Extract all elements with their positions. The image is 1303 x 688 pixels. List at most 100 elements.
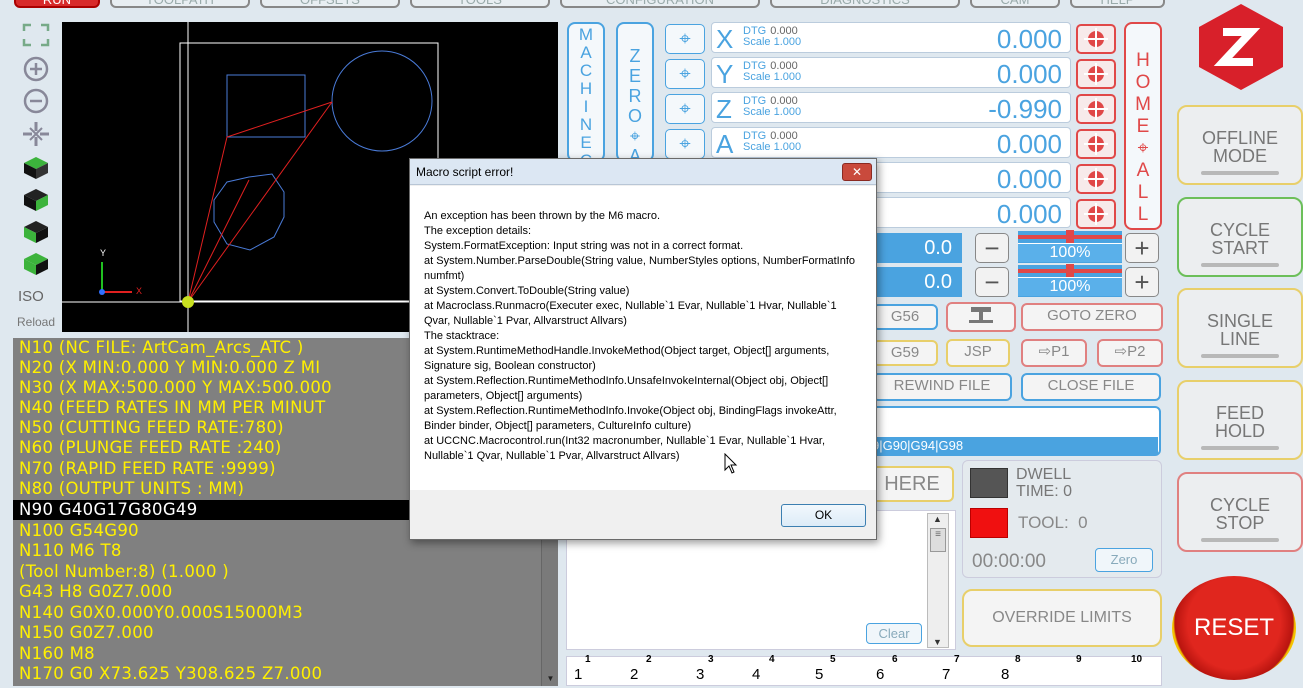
- scroll-down-arrow-icon[interactable]: ▼: [544, 674, 557, 684]
- view-side-cube-icon[interactable]: [22, 219, 50, 245]
- view-iso-cube-icon[interactable]: [22, 251, 50, 277]
- dro-value[interactable]: 0.000: [997, 59, 1062, 90]
- ruler-top-4: 4: [769, 654, 775, 665]
- zero-z-button[interactable]: [1076, 94, 1116, 124]
- rewind-file-button[interactable]: REWIND FILE: [872, 373, 1012, 401]
- jsp-button[interactable]: JSP: [946, 339, 1010, 367]
- tab-run[interactable]: RUN: [14, 0, 100, 8]
- reset-button[interactable]: RESET: [1172, 576, 1296, 680]
- goto-p1-button[interactable]: ⇨P1: [1021, 339, 1087, 367]
- run-from-here-button[interactable]: HERE: [870, 466, 954, 502]
- gcode-line[interactable]: (Tool Number:8) (1.000 ): [13, 562, 543, 582]
- machine-coords-button[interactable]: MACHINEC: [567, 22, 605, 162]
- dro-value[interactable]: -0.990: [988, 94, 1062, 125]
- zoom-in-icon[interactable]: [16, 55, 56, 83]
- home-all-button[interactable]: H O M E ⌖ A L L: [1124, 22, 1162, 230]
- spindle-override-knob[interactable]: [1066, 264, 1074, 278]
- reload-button[interactable]: Reload: [17, 315, 55, 329]
- ruler-bottom-1: 1: [574, 666, 583, 683]
- view-front-cube-icon[interactable]: [22, 187, 50, 213]
- scroll-up-arrow-icon[interactable]: ▲: [933, 514, 942, 524]
- zero-c-button[interactable]: [1076, 199, 1116, 229]
- zero-x-target-icon[interactable]: ⌖: [665, 24, 705, 54]
- dro-z[interactable]: Z DTG 0.000 Scale 1.000 -0.990: [711, 92, 1071, 125]
- dro-x[interactable]: X DTG 0.000 Scale 1.000 0.000: [711, 22, 1071, 55]
- dialog-title-bar[interactable]: Macro script error! ✕: [410, 159, 876, 185]
- feed-override-knob[interactable]: [1066, 230, 1074, 244]
- ruler-bottom-4: 4: [752, 666, 761, 683]
- pan-icon[interactable]: [16, 120, 56, 148]
- zero-b-button[interactable]: [1076, 164, 1116, 194]
- dro-value[interactable]: 0.000: [997, 24, 1062, 55]
- goto-p2-button[interactable]: ⇨P2: [1097, 339, 1163, 367]
- dro-value[interactable]: 0.000: [997, 129, 1062, 160]
- ruler-bottom-2: 2: [630, 666, 639, 683]
- feed-hold-button[interactable]: FEED HOLD: [1177, 380, 1303, 460]
- dro-y[interactable]: Y DTG 0.000 Scale 1.000 0.000: [711, 57, 1071, 90]
- dro-value[interactable]: 0.000: [997, 164, 1062, 195]
- tab-offsets[interactable]: OFFSETS: [260, 0, 400, 8]
- zoom-out-icon[interactable]: [16, 87, 56, 115]
- zero-y-target-icon[interactable]: ⌖: [665, 59, 705, 89]
- ruler-top-3: 3: [708, 654, 714, 665]
- zero-all-button[interactable]: Z E R O ⌖ A: [616, 22, 654, 162]
- zoom-fit-icon[interactable]: [16, 22, 56, 50]
- dwell-label: DWELL TIME: 0: [1016, 466, 1073, 500]
- zero-y-button[interactable]: [1076, 59, 1116, 89]
- iso-button[interactable]: ISO: [18, 288, 44, 305]
- feed-override-slider[interactable]: 100%: [1018, 230, 1122, 263]
- close-file-button[interactable]: CLOSE FILE: [1021, 373, 1161, 401]
- console-scrollbar[interactable]: ▲ ≡ ▼: [927, 513, 949, 648]
- gcode-line[interactable]: N170 G0 X73.625 Y308.625 Z7.000: [13, 664, 543, 684]
- cycle-start-button[interactable]: CYCLE START: [1177, 197, 1303, 277]
- dro-a[interactable]: A DTG 0.000 Scale 1.000 0.000: [711, 127, 1071, 160]
- close-icon[interactable]: ✕: [842, 163, 872, 181]
- tab-help[interactable]: HELP: [1070, 0, 1165, 8]
- zero-timer-button[interactable]: Zero: [1095, 548, 1153, 572]
- gcode-line[interactable]: G43 H8 G0Z7.000: [13, 582, 543, 602]
- goto-zero-button[interactable]: GOTO ZERO: [1021, 303, 1163, 331]
- tab-toolpath[interactable]: TOOLPATH: [110, 0, 250, 8]
- g59-button[interactable]: G59: [872, 340, 938, 366]
- view-top-cube-icon[interactable]: [22, 155, 50, 181]
- ok-button[interactable]: OK: [781, 504, 866, 527]
- single-line-button[interactable]: SINGLE LINE: [1177, 288, 1303, 368]
- spindle-plus-button[interactable]: +: [1125, 267, 1159, 297]
- cycle-stop-button[interactable]: CYCLE STOP: [1177, 472, 1303, 552]
- feed-plus-button[interactable]: +: [1125, 233, 1159, 263]
- ruler-top-5: 5: [830, 654, 836, 665]
- tab-diagnostics[interactable]: DIAGNOSTICS: [770, 0, 960, 8]
- ruler-bottom-6: 6: [876, 666, 885, 683]
- tab-tools[interactable]: TOOLS: [410, 0, 550, 8]
- zero-a-button[interactable]: [1076, 129, 1116, 159]
- override-limits-button[interactable]: OVERRIDE LIMITS: [962, 589, 1162, 647]
- offline-mode-button[interactable]: OFFLINE MODE: [1177, 105, 1303, 185]
- clear-button[interactable]: Clear: [866, 623, 922, 644]
- axis-y-label: Y: [100, 248, 107, 258]
- tab-configuration[interactable]: CONFIGURATION: [560, 0, 760, 8]
- axis-x-label: X: [136, 286, 143, 296]
- dro-value[interactable]: 0.000: [997, 199, 1062, 230]
- dro-dtg: DTG 0.000 Scale 1.000: [743, 95, 802, 118]
- dro-axis-label: Z: [716, 94, 732, 124]
- spindle-override-slider[interactable]: 100%: [1018, 264, 1122, 297]
- error-line: System.FormatException: Input string was…: [424, 240, 744, 252]
- scroll-thumb[interactable]: ≡: [930, 528, 946, 552]
- zero-z-target-icon[interactable]: ⌖: [665, 94, 705, 124]
- error-line: at System.Convert.ToDouble(String value): [424, 285, 630, 297]
- gcode-line[interactable]: N110 M6 T8: [13, 541, 543, 561]
- scroll-down-arrow-icon[interactable]: ▼: [933, 637, 942, 647]
- g56-button[interactable]: G56: [872, 304, 938, 330]
- gcode-line[interactable]: N160 M8: [13, 644, 543, 664]
- tool-label: TOOL: 0: [1018, 513, 1088, 532]
- spindle-speed-value: 0.0: [872, 267, 962, 297]
- zero-x-button[interactable]: [1076, 24, 1116, 54]
- gcode-line[interactable]: N150 G0Z7.000: [13, 623, 543, 643]
- feed-minus-button[interactable]: −: [975, 233, 1009, 263]
- tab-cam[interactable]: CAM: [970, 0, 1060, 8]
- feed-override-track: [1018, 230, 1122, 244]
- zero-a-target-icon[interactable]: ⌖: [665, 129, 705, 159]
- spindle-minus-button[interactable]: −: [975, 267, 1009, 297]
- probe-button[interactable]: [946, 302, 1016, 332]
- gcode-line[interactable]: N140 G0X0.000Y0.000S15000M3: [13, 603, 543, 623]
